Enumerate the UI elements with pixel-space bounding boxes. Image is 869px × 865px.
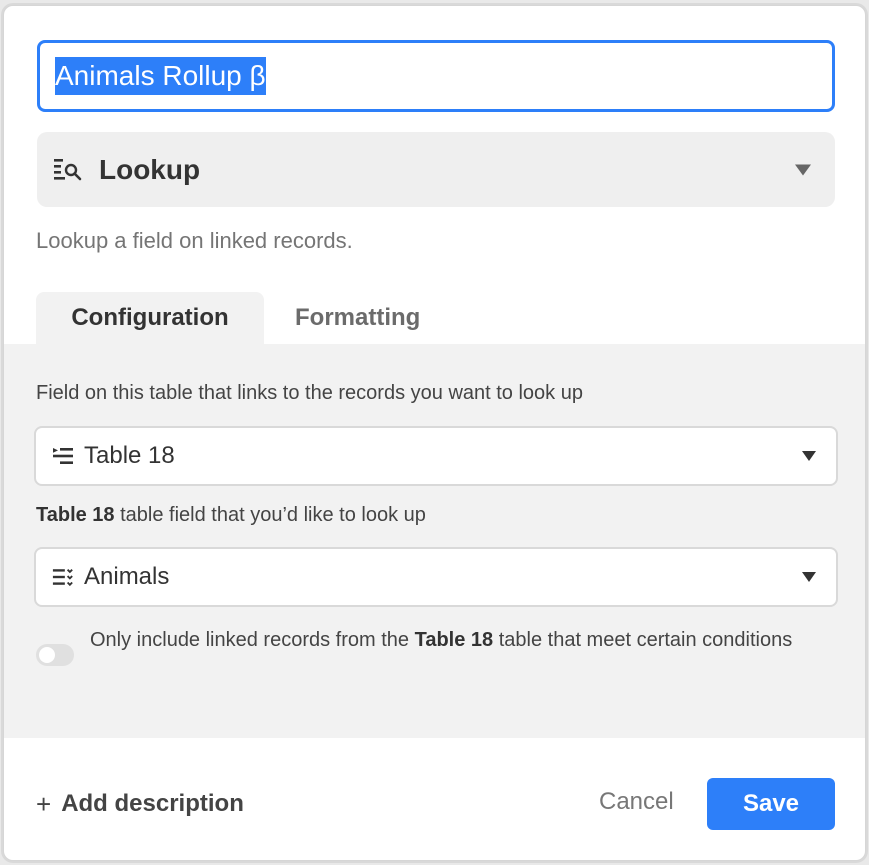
chevron-down-icon	[802, 572, 816, 582]
toggle-knob	[39, 647, 55, 663]
add-description-button[interactable]: + Add description	[36, 786, 244, 822]
multiselect-icon	[52, 566, 74, 588]
toggle-text-before: Only include linked records from the	[90, 629, 415, 651]
add-description-label: Add description	[61, 790, 244, 817]
field-name-input[interactable]: Animals Rollup β	[37, 40, 835, 112]
field-name-text: Animals Rollup β	[55, 57, 266, 95]
link-field-value: Table 18	[84, 442, 175, 469]
link-field-label: Field on this table that links to the re…	[36, 382, 583, 404]
field-config-dialog: Animals Rollup β Lookup Lookup a field o…	[3, 5, 866, 861]
condition-toggle[interactable]	[36, 644, 74, 666]
lookup-field-label: Table 18 table field that you’d like to …	[36, 504, 426, 527]
toggle-text-table: Table 18	[414, 629, 494, 651]
config-tabs: Configuration Formatting	[36, 292, 452, 344]
chevron-down-icon	[802, 451, 816, 461]
lookup-field-select[interactable]: Animals	[34, 547, 838, 607]
linked-record-icon	[52, 445, 74, 467]
tab-formatting[interactable]: Formatting	[264, 292, 452, 344]
lookup-table-name: Table 18	[36, 504, 115, 526]
tab-configuration[interactable]: Configuration	[36, 292, 264, 344]
configuration-panel: Field on this table that links to the re…	[4, 344, 865, 738]
lookup-field-label-text: table field that you’d like to look up	[114, 504, 426, 526]
save-button[interactable]: Save	[707, 778, 835, 830]
lookup-field-value: Animals	[84, 563, 170, 590]
plus-icon: +	[36, 788, 52, 819]
field-type-select[interactable]: Lookup	[37, 132, 835, 207]
link-field-select[interactable]: Table 18	[34, 426, 838, 486]
lookup-icon	[53, 155, 83, 185]
field-type-label: Lookup	[99, 153, 201, 185]
chevron-down-icon	[795, 164, 811, 175]
cancel-button[interactable]: Cancel	[599, 788, 674, 816]
field-type-description: Lookup a field on linked records.	[36, 228, 353, 253]
condition-toggle-label: Only include linked records from the Tab…	[90, 622, 810, 658]
toggle-text-after: table that meet certain conditions	[493, 629, 793, 651]
